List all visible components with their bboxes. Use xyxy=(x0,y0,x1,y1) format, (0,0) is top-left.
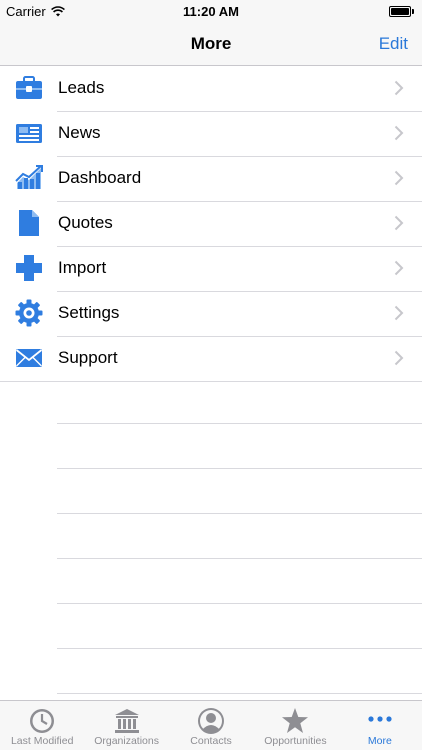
more-dots-icon xyxy=(368,716,392,722)
list-item-label: Quotes xyxy=(58,213,113,232)
list-item-label: Import xyxy=(58,258,107,277)
chevron-right-icon xyxy=(394,260,404,276)
envelope-icon xyxy=(14,344,44,372)
chevron-right-icon xyxy=(394,215,404,231)
empty-row-divider xyxy=(57,648,422,649)
plus-icon xyxy=(14,254,44,282)
document-icon xyxy=(14,209,44,237)
tab-contacts[interactable]: Contacts xyxy=(169,701,253,750)
star-icon xyxy=(282,708,309,733)
empty-row-divider xyxy=(57,693,422,694)
list-item-label: News xyxy=(58,123,101,142)
more-list: Leads News Dashboard Quotes Import Setti… xyxy=(0,66,422,382)
empty-row-divider xyxy=(57,423,422,424)
list-item-import[interactable]: Import xyxy=(0,246,422,292)
list-item-support[interactable]: Support xyxy=(0,336,422,382)
list-item-label: Dashboard xyxy=(58,168,142,187)
person-icon xyxy=(198,708,225,734)
page-title: More xyxy=(190,34,232,53)
chevron-right-icon xyxy=(394,80,404,96)
chevron-right-icon xyxy=(394,350,404,366)
list-item-quotes[interactable]: Quotes xyxy=(0,201,422,247)
tab-label: More xyxy=(367,735,392,747)
clock-icon xyxy=(30,709,55,733)
list-item-settings[interactable]: Settings xyxy=(0,291,422,337)
list-item-label: Support xyxy=(58,348,118,367)
tab-organizations[interactable]: Organizations xyxy=(84,701,168,750)
tab-label: Organizations xyxy=(94,735,159,747)
list-item-leads[interactable]: Leads xyxy=(0,66,422,112)
list-item-label: Settings xyxy=(58,303,120,322)
list-item-dashboard[interactable]: Dashboard xyxy=(0,156,422,202)
status-bar: Carrier 11:20 AM xyxy=(0,0,422,22)
tab-label: Contacts xyxy=(190,735,232,747)
tab-label: Last Modified xyxy=(10,735,74,747)
tab-more[interactable]: More xyxy=(338,701,422,750)
empty-row-divider xyxy=(57,513,422,514)
gear-icon xyxy=(14,299,44,327)
chart-icon xyxy=(14,164,44,192)
tab-opportunities[interactable]: Opportunities xyxy=(253,701,337,750)
status-time: 11:20 AM xyxy=(183,4,239,19)
tab-last-modified[interactable]: Last Modified xyxy=(0,701,84,750)
battery-icon xyxy=(389,6,414,17)
empty-row-divider xyxy=(57,603,422,604)
tab-label: Opportunities xyxy=(264,735,327,747)
newspaper-icon xyxy=(14,119,44,147)
chevron-right-icon xyxy=(394,305,404,321)
tab-bar: Last Modified Organizations Contacts Opp… xyxy=(0,700,422,750)
briefcase-icon xyxy=(14,74,44,102)
list-item-news[interactable]: News xyxy=(0,111,422,157)
empty-row-divider xyxy=(57,558,422,559)
empty-row-divider xyxy=(57,468,422,469)
list-item-label: Leads xyxy=(58,78,105,97)
chevron-right-icon xyxy=(394,125,404,141)
edit-button[interactable]: Edit xyxy=(379,34,408,54)
navigation-bar: More Edit xyxy=(0,22,422,66)
building-icon xyxy=(114,709,139,733)
chevron-right-icon xyxy=(394,170,404,186)
